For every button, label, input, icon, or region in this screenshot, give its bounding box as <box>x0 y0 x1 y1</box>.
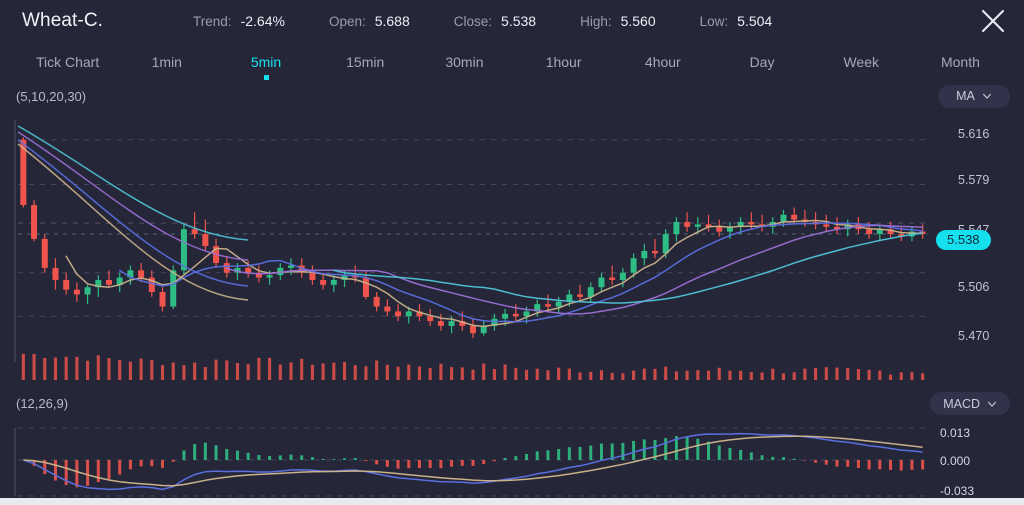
bottom-bar <box>0 498 1024 505</box>
close-button[interactable] <box>976 4 1010 38</box>
ma-selector-button[interactable]: MA <box>938 84 1010 108</box>
tab-week[interactable]: Week <box>812 42 911 82</box>
stat-open-label: Open: <box>328 14 366 29</box>
quote-stats: Trend: -2.64% Open: 5.688 Close: 5.538 H… <box>193 13 772 29</box>
stat-low-value: 5.504 <box>737 13 773 29</box>
stat-high: High: 5.560 <box>580 13 656 29</box>
tab-1min[interactable]: 1min <box>117 42 216 82</box>
macd-selector-button[interactable]: MACD <box>930 392 1010 416</box>
tab-15min[interactable]: 15min <box>316 42 415 82</box>
macd-selector-label: MACD <box>943 396 980 411</box>
price-tick-3: 5.506 <box>958 280 990 294</box>
ma-indicator-bar: (5,10,20,30) MA <box>0 82 1024 110</box>
stat-high-value: 5.560 <box>620 13 656 29</box>
macd-tick-1: 0.000 <box>940 453 971 468</box>
price-tick-4: 5.470 <box>958 329 990 343</box>
price-chart-svg <box>14 120 928 380</box>
tab-day[interactable]: Day <box>712 42 811 82</box>
stat-close: Close: 5.538 <box>454 13 536 29</box>
page-title: Wheat-C. <box>22 10 104 31</box>
tab-1hour[interactable]: 1hour <box>514 42 613 82</box>
chevron-down-icon <box>982 93 991 99</box>
price-tick-1: 5.579 <box>958 173 990 187</box>
tab-4hour[interactable]: 4hour <box>613 42 712 82</box>
macd-chart-pane[interactable]: 0.013 0.000 -0.033 <box>0 418 1024 505</box>
current-price-badge: 5.538 <box>936 230 991 250</box>
stat-trend-label: Trend: <box>193 14 232 29</box>
tab-month[interactable]: Month <box>911 42 1010 82</box>
tab-5min[interactable]: 5min <box>216 42 315 82</box>
price-chart-pane[interactable]: 5.616 5.579 5.547 5.506 5.470 5.538 <box>0 110 1024 390</box>
ma-selector-label: MA <box>956 89 975 103</box>
stat-close-value: 5.538 <box>501 13 537 29</box>
stat-close-label: Close: <box>453 14 493 29</box>
stat-high-label: High: <box>580 14 612 29</box>
close-icon <box>981 9 1005 33</box>
ma-params-label: (5,10,20,30) <box>16 88 87 104</box>
stat-trend-value: -2.64% <box>240 13 285 29</box>
chevron-down-icon <box>988 401 996 407</box>
price-tick-0: 5.616 <box>958 127 990 141</box>
stat-low-label: Low: <box>699 14 729 29</box>
macd-chart-svg <box>14 427 928 497</box>
macd-tick-0: 0.013 <box>940 425 971 440</box>
stat-low: Low: 5.504 <box>700 13 773 29</box>
tab-tick-chart[interactable]: Tick Chart <box>18 42 117 82</box>
header: Wheat-C. Trend: -2.64% Open: 5.688 Close… <box>0 0 1024 42</box>
macd-indicator-bar: (12,26,9) MACD <box>0 390 1024 418</box>
stat-open: Open: 5.688 <box>329 13 410 29</box>
stat-open-value: 5.688 <box>374 13 410 29</box>
macd-tick-2: -0.033 <box>940 483 975 498</box>
macd-params-label: (12,26,9) <box>16 396 69 412</box>
tab-30min[interactable]: 30min <box>415 42 514 82</box>
stat-trend: Trend: -2.64% <box>193 13 285 29</box>
chart-window: Wheat-C. Trend: -2.64% Open: 5.688 Close… <box>0 0 1024 505</box>
timeframe-tabs: Tick Chart 1min 5min 15min 30min 1hour 4… <box>0 42 1024 82</box>
